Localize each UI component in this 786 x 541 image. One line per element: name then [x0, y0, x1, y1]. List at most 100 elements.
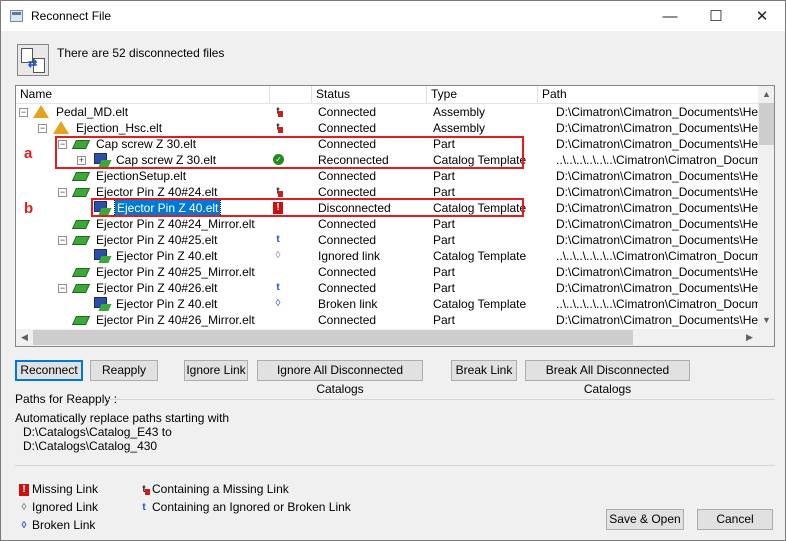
row-type: Part [433, 233, 456, 247]
break-link-button[interactable]: Break Link [451, 360, 517, 381]
table-row[interactable]: Ejector Pin Z 40#24_Mirror.elt Connected… [16, 216, 774, 232]
reapply-description: Automatically replace paths starting wit… [15, 411, 229, 453]
row-path: D:\Cimatron\Cimatron_Documents\Help W [556, 185, 775, 199]
window-title: Reconnect File [31, 9, 112, 23]
table-row[interactable]: + Cap screw Z 30.elt ✓ Reconnected Catal… [16, 152, 774, 168]
table-row-selected[interactable]: Ejector Pin Z 40.elt ! Disconnected Cata… [16, 199, 774, 217]
table-row[interactable]: − Ejector Pin Z 40#26.elt t Connected Pa… [16, 280, 774, 296]
collapse-toggle[interactable]: − [58, 188, 67, 197]
part-icon [71, 170, 91, 182]
table-row[interactable]: − Cap screw Z 30.elt Connected Part D:\C… [16, 136, 774, 152]
row-status: Connected [318, 281, 377, 295]
collapse-toggle[interactable]: − [58, 140, 67, 149]
file-tree-table[interactable]: Name Status Type Path − Pedal_MD.elt t C… [15, 85, 775, 347]
table-row[interactable]: Ejector Pin Z 40.elt ◊ Broken link Catal… [16, 296, 774, 312]
collapse-toggle[interactable]: − [38, 124, 47, 133]
row-path: ..\..\..\..\..\..\Cimatron\Cimatron_Docu… [556, 153, 775, 167]
row-name: EjectionSetup.elt [96, 169, 187, 183]
missing-link-icon: ! [273, 202, 283, 214]
close-button[interactable]: ✕ [739, 1, 785, 31]
row-path: D:\Cimatron\Cimatron_Documents\Help W [556, 233, 775, 247]
row-status: Connected [318, 185, 377, 199]
collapse-toggle[interactable]: − [58, 284, 67, 293]
reconnect-button[interactable]: Reconnect [15, 360, 83, 381]
reapply-button[interactable]: Reapply [90, 360, 158, 381]
row-status: Connected [318, 233, 377, 247]
column-header-path[interactable]: Path [538, 86, 758, 103]
table-row[interactable]: EjectionSetup.elt Connected Part D:\Cima… [16, 168, 774, 184]
scroll-right-arrow-icon[interactable]: ▶ [741, 329, 758, 346]
break-all-disconnected-catalogs-button[interactable]: Break All Disconnected Catalogs [525, 360, 690, 396]
table-row[interactable]: − Ejector Pin Z 40#25.elt t Connected Pa… [16, 232, 774, 248]
cancel-button[interactable]: Cancel [697, 509, 773, 530]
table-row[interactable]: Ejector Pin Z 40#26_Mirror.elt Connected… [16, 312, 774, 328]
legend-broken-link: ◊ Broken Link [19, 518, 96, 532]
collapse-toggle[interactable]: − [19, 108, 28, 117]
annotation-label-b: b [24, 200, 34, 217]
collapse-toggle[interactable]: − [58, 236, 67, 245]
column-header-name[interactable]: Name [16, 86, 270, 103]
row-type: Catalog Template [433, 201, 527, 215]
ignore-link-button[interactable]: Ignore Link [184, 360, 248, 381]
vertical-scrollbar[interactable]: ▲ ▼ [758, 86, 774, 329]
part-icon [71, 282, 91, 294]
row-status: Ignored link [318, 249, 381, 263]
horizontal-scrollbar[interactable]: ◀ ▶ [16, 329, 758, 346]
row-type: Catalog Template [433, 153, 527, 167]
row-type: Part [433, 217, 456, 231]
legend-missing-link: ! Missing Link [19, 482, 98, 496]
part-icon [71, 234, 91, 246]
table-row[interactable]: − Ejector Pin Z 40#24.elt t Connected Pa… [16, 184, 774, 200]
reconnected-check-icon: ✓ [273, 154, 284, 165]
column-header-type[interactable]: Type [427, 86, 538, 103]
containing-missing-link-icon: t [139, 484, 150, 496]
row-name: Ejector Pin Z 40#26_Mirror.elt [96, 313, 255, 327]
row-path: ..\..\..\..\..\..\Cimatron\Cimatron_Docu… [556, 249, 775, 263]
row-path: D:\Cimatron\Cimatron_Documents\Help W [556, 121, 775, 135]
vertical-scroll-thumb[interactable] [759, 103, 774, 145]
row-path: D:\Cimatron\Cimatron_Documents\Help W [556, 313, 775, 327]
minimize-button[interactable]: — [647, 1, 693, 31]
row-type: Part [433, 281, 456, 295]
row-type: Assembly [433, 121, 486, 135]
column-header-status-icon[interactable] [270, 86, 312, 103]
table-row[interactable]: − Ejection_Hsc.elt t Connected Assembly … [16, 120, 774, 136]
containing-ignored-link-icon: t [276, 282, 280, 293]
row-type: Part [433, 137, 456, 151]
containing-missing-link-icon: t [272, 186, 284, 198]
part-icon [71, 266, 91, 278]
row-status: Connected [318, 265, 377, 279]
horizontal-scroll-thumb[interactable] [33, 330, 633, 345]
row-type: Part [433, 265, 456, 279]
row-path: D:\Cimatron\Cimatron_Documents\Help W [556, 265, 775, 279]
broken-link-icon: ◊ [275, 298, 281, 309]
table-row[interactable]: − Pedal_MD.elt t Connected Assembly D:\C… [16, 104, 774, 120]
row-type: Part [433, 313, 456, 327]
column-header-status[interactable]: Status [312, 86, 427, 103]
reapply-line-3: D:\Catalogs\Catalog_430 [23, 439, 158, 453]
table-row[interactable]: Ejector Pin Z 40#25_Mirror.elt Connected… [16, 264, 774, 280]
row-status: Connected [318, 169, 377, 183]
catalog-template-icon [94, 297, 112, 311]
save-and-open-button[interactable]: Save & Open [606, 509, 684, 530]
table-row[interactable]: Ejector Pin Z 40.elt ◊ Ignored link Cata… [16, 248, 774, 264]
expand-toggle[interactable]: + [77, 156, 86, 165]
row-name: Ejector Pin Z 40#26.elt [96, 281, 218, 295]
row-status: Connected [318, 217, 377, 231]
assembly-icon [53, 121, 69, 135]
reconnect-file-dialog: Reconnect File — ☐ ✕ ⇄ There are 52 disc… [0, 0, 786, 541]
scroll-left-arrow-icon[interactable]: ◀ [16, 329, 33, 346]
maximize-button[interactable]: ☐ [693, 1, 739, 31]
ignore-all-disconnected-catalogs-button[interactable]: Ignore All Disconnected Catalogs [257, 360, 423, 396]
reapply-line-1: Automatically replace paths starting wit… [15, 411, 230, 425]
row-name: Ejector Pin Z 40#24_Mirror.elt [96, 217, 255, 231]
row-status: Broken link [318, 297, 378, 311]
annotation-label-a: a [24, 145, 33, 162]
scroll-up-arrow-icon[interactable]: ▲ [758, 86, 774, 103]
window-icon [10, 10, 23, 22]
containing-missing-link-icon: t [272, 122, 284, 134]
row-name: Ejector Pin Z 40#24.elt [96, 185, 218, 199]
row-name: Ejection_Hsc.elt [76, 121, 163, 135]
scroll-down-arrow-icon[interactable]: ▼ [758, 312, 774, 329]
row-status: Connected [318, 137, 377, 151]
